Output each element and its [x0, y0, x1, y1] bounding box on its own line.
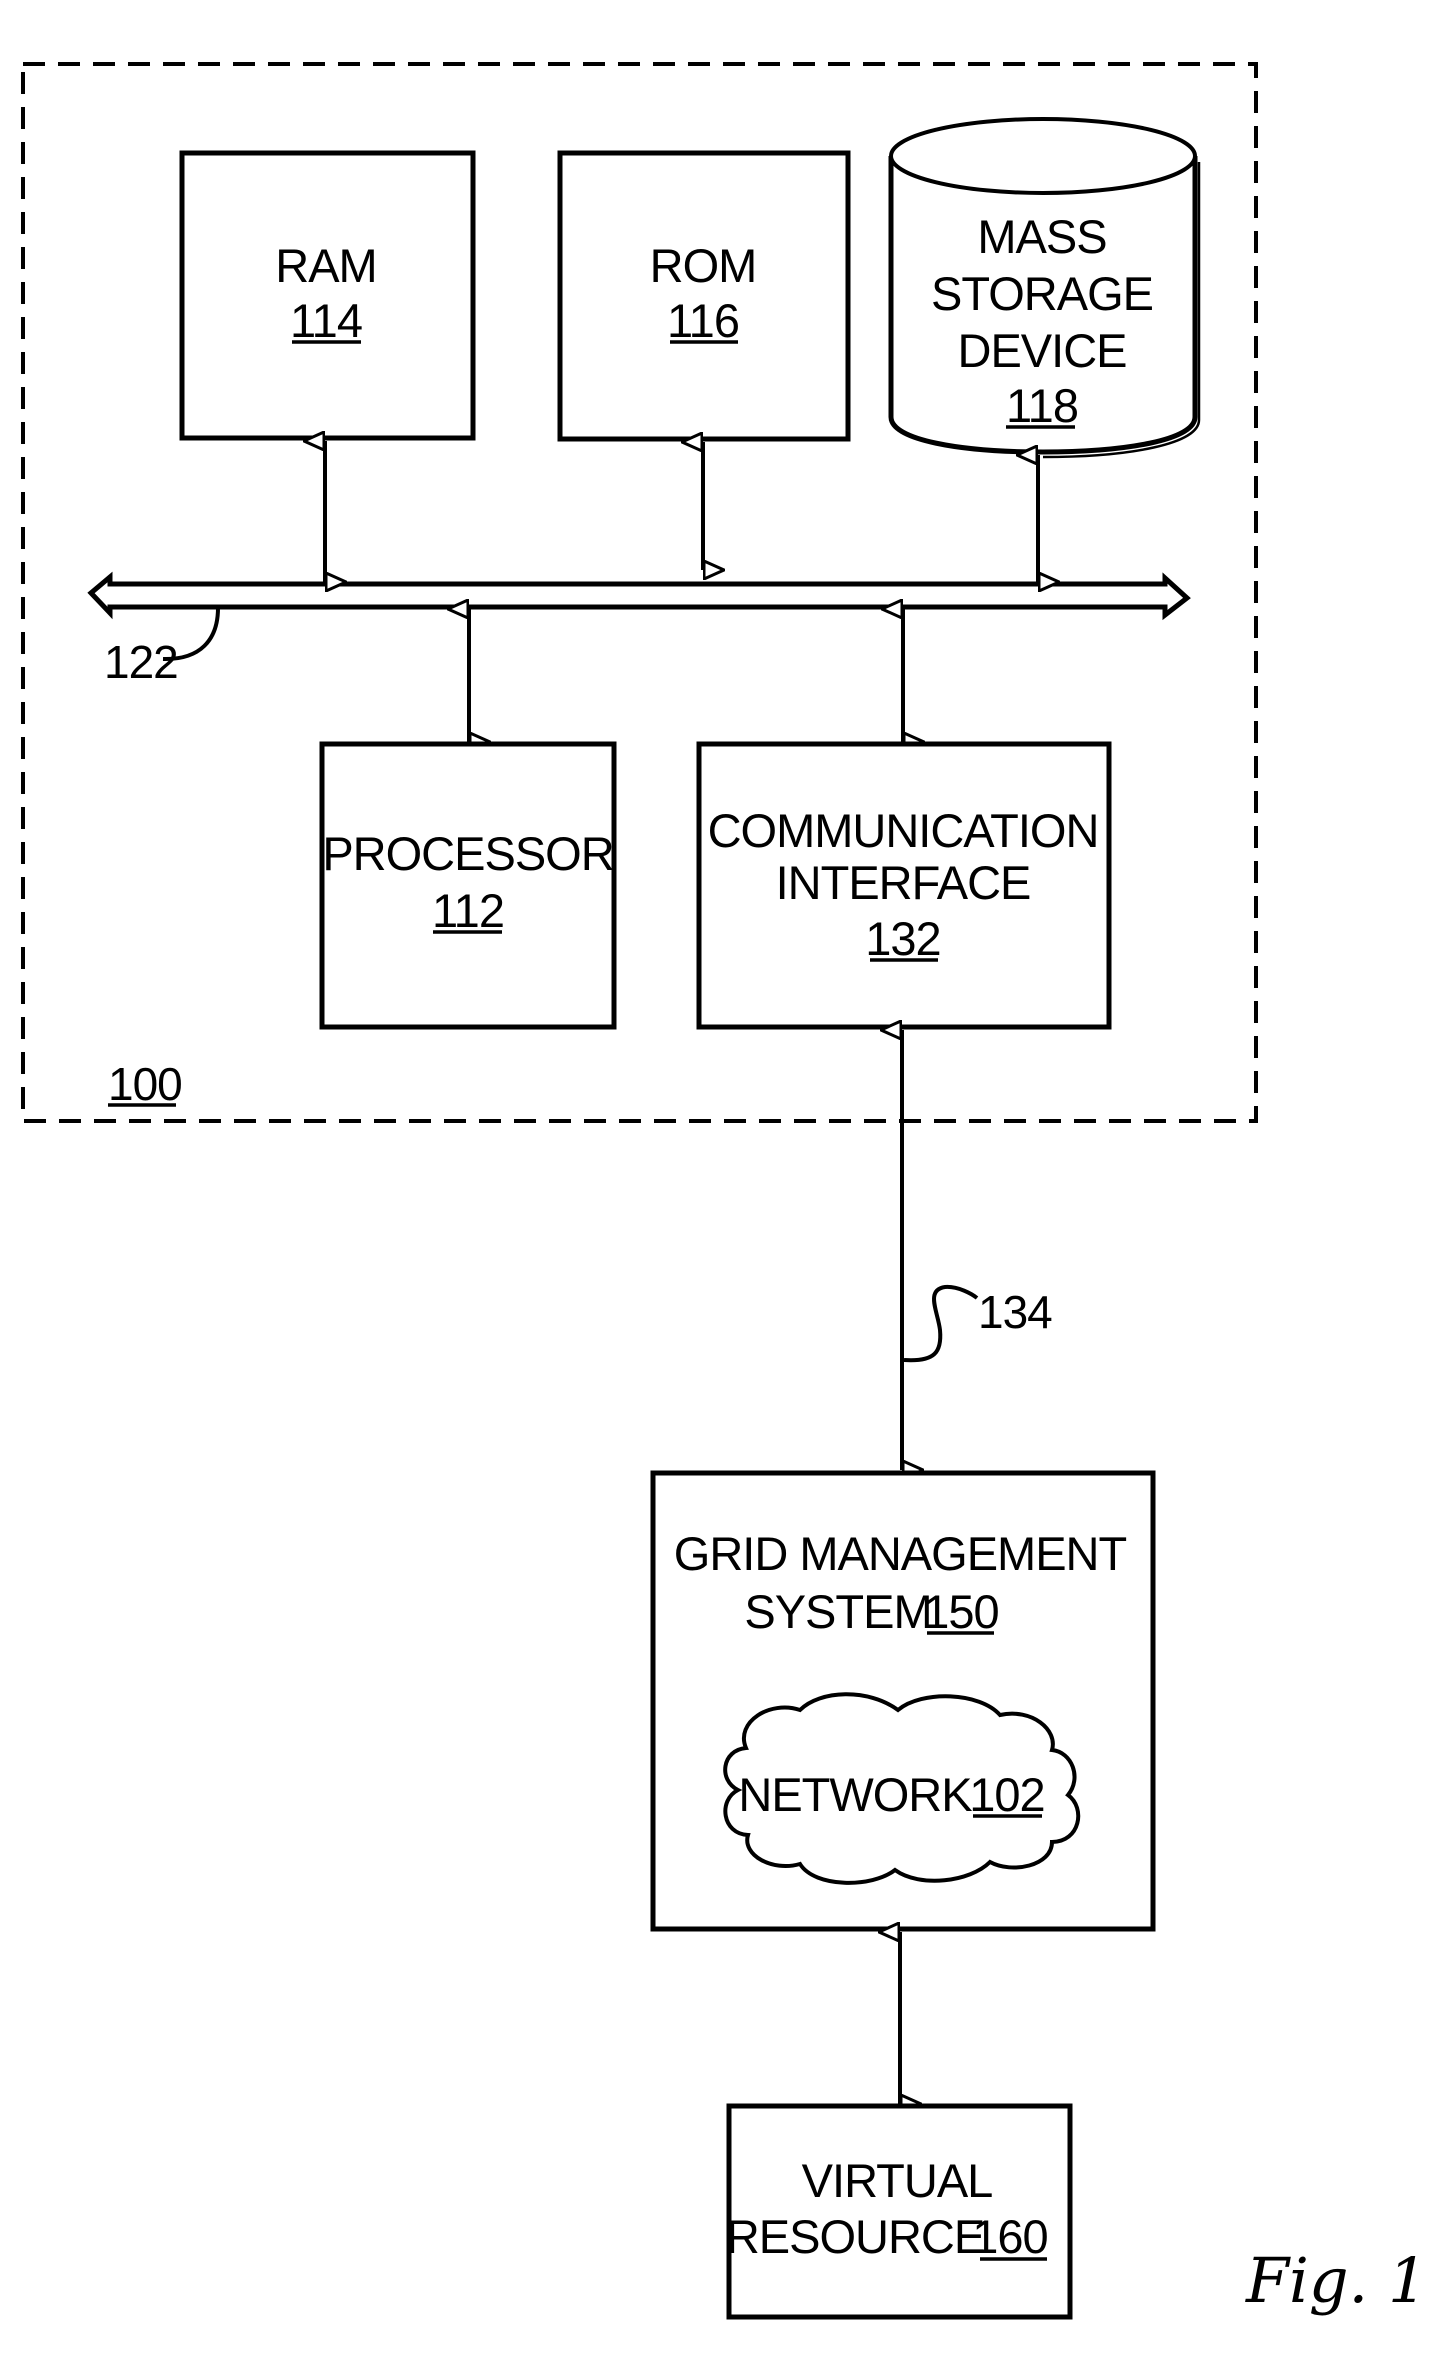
figure-label: Fig. 1	[1245, 2244, 1427, 2317]
processor-ref-number: 112	[432, 884, 504, 937]
comm-interface-ref-number: 132	[865, 912, 940, 965]
link-leader-line	[903, 1284, 979, 1363]
ram-ref-number: 114	[290, 294, 362, 347]
link-ref-label: 134	[903, 1284, 1053, 1363]
bus-ref-label: 122	[104, 607, 220, 688]
network-ref-number: 102	[969, 1768, 1044, 1821]
mass-storage-label-line-3: DEVICE	[958, 324, 1127, 377]
system-bus	[87, 571, 1191, 621]
ram-block[interactable]: RAM 114	[179, 150, 476, 441]
virtual-resource-label-line-2: RESOURCE	[726, 2210, 984, 2263]
grid-management-block[interactable]: GRID MANAGEMENT SYSTEM 150 NETWORK 102	[650, 1470, 1156, 1932]
processor-label: PROCESSOR	[322, 827, 613, 880]
network-cloud[interactable]: NETWORK 102	[723, 1692, 1081, 1885]
rom-ref-number: 116	[667, 294, 739, 347]
mass-storage-ref-number: 118	[1006, 379, 1078, 432]
system-ref-label: 100	[108, 1058, 183, 1110]
ram-label: RAM	[275, 239, 376, 292]
comm-interface-label-line-2: INTERFACE	[776, 856, 1031, 909]
mass-storage-block[interactable]: MASS STORAGE DEVICE 118	[888, 117, 1201, 459]
processor-block[interactable]: PROCESSOR 112	[319, 741, 617, 1030]
grid-management-label-line-2: SYSTEM	[744, 1585, 931, 1638]
cylinder-top	[889, 117, 1197, 195]
rom-label: ROM	[650, 239, 757, 292]
mass-storage-label-line-2: STORAGE	[931, 267, 1153, 320]
virtual-resource-ref-number: 160	[972, 2210, 1047, 2263]
comm-interface-block[interactable]: COMMUNICATION INTERFACE 132	[696, 741, 1112, 1030]
grid-management-ref-number: 150	[923, 1585, 998, 1638]
system-block-diagram: 100 122 RAM 114 ROM 116 MASS STORAGE DEV…	[21, 62, 1427, 2320]
bus-ref-number: 122	[104, 636, 178, 688]
grid-management-label-line-1: GRID MANAGEMENT	[674, 1527, 1127, 1580]
network-label: NETWORK	[738, 1768, 972, 1821]
mass-storage-label-line-1: MASS	[977, 210, 1106, 263]
rom-block[interactable]: ROM 116	[557, 150, 851, 442]
system-ref-number: 100	[108, 1058, 182, 1110]
virtual-resource-block[interactable]: VIRTUAL RESOURCE 160	[726, 2103, 1073, 2320]
comm-interface-label-line-1: COMMUNICATION	[708, 804, 1099, 857]
link-ref-number: 134	[978, 1286, 1052, 1338]
virtual-resource-label-line-1: VIRTUAL	[802, 2154, 993, 2207]
